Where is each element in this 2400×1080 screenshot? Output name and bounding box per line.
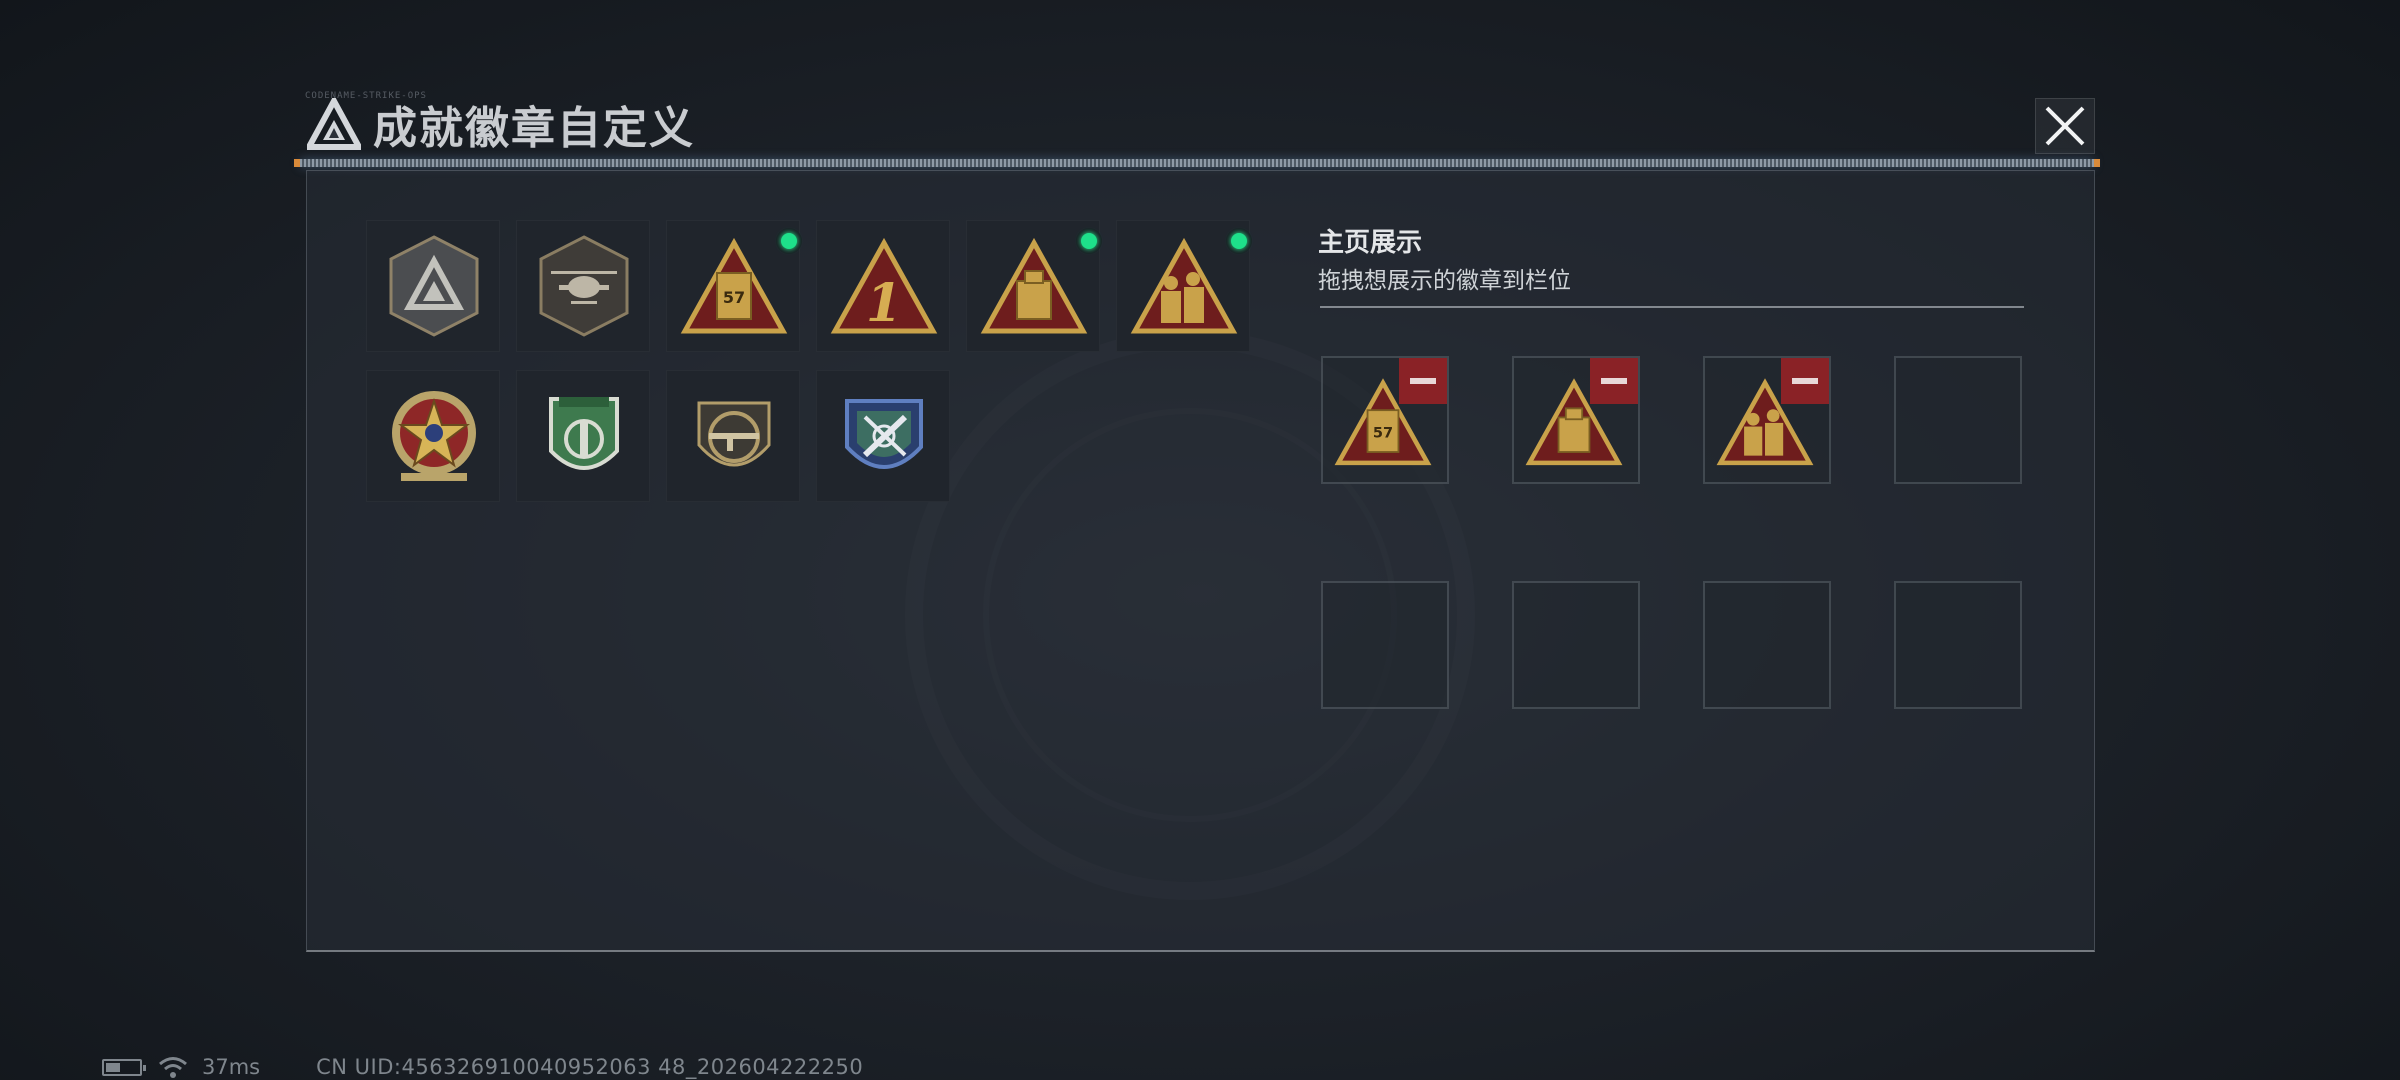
showcase-slot[interactable]: 57 [1321,356,1449,484]
gold-triangle-number-1-badge: 1 [830,237,938,334]
showcase-slot-empty[interactable] [1894,356,2022,484]
showcase-divider [1320,306,2024,308]
badge-cell[interactable] [816,370,950,502]
battery-level [106,1062,121,1072]
remove-badge-button[interactable] [1781,358,1829,404]
showcase-slot-empty[interactable] [1512,581,1640,709]
star-medal-badge [392,391,476,481]
minus-icon [1601,378,1627,384]
equipped-indicator [1076,228,1102,254]
user-uid: CN UID:456326910040952063 48_20260422225… [316,1055,864,1079]
equipped-indicator [1226,228,1252,254]
battery-icon [102,1058,146,1076]
gold-triangle-soldiers-badge [1130,237,1238,334]
equipped-indicator [776,228,802,254]
grey-triangle-shield-badge [389,235,479,337]
gold-triangle-57-badge: 57 [680,237,788,334]
blue-crossed-arrows-badge [845,399,923,469]
minus-icon [1792,378,1818,384]
badge-cell[interactable] [666,370,800,502]
badge-cell[interactable] [366,220,500,352]
showcase-slot[interactable] [1512,356,1640,484]
showcase-slot-empty[interactable] [1894,581,2022,709]
showcase-subtitle: 拖拽想展示的徽章到栏位 [1318,268,1571,294]
status-bar: 37ms CN UID:456326910040952063 48_202604… [102,1054,863,1080]
badge-cell[interactable] [516,220,650,352]
green-wings-shield-badge [549,397,619,470]
badge-cell[interactable]: 1 [816,220,950,352]
remove-badge-button[interactable] [1590,358,1638,404]
header-divider [294,159,2100,167]
showcase-slot-empty[interactable] [1321,581,1449,709]
wifi-icon [159,1057,187,1078]
page-title: 成就徽章自定义 [373,103,695,154]
badge-cell[interactable] [1116,220,1252,352]
badge-1-label: 1 [866,273,902,334]
close-button[interactable] [2035,98,2095,154]
badge-57-label: 57 [723,288,745,307]
minus-icon [1410,378,1436,384]
remove-badge-button[interactable] [1399,358,1447,404]
close-icon [2045,106,2085,146]
showcase-slot-empty[interactable] [1703,581,1831,709]
badge-cell[interactable]: 57 [666,220,802,352]
triangle-logo-icon [307,98,361,150]
rifle-circle-badge [697,401,771,467]
badge-57-label: 57 [1373,425,1393,441]
showcase-title: 主页展示 [1318,228,1423,258]
showcase-slot[interactable] [1703,356,1831,484]
helicopter-shield-badge [539,235,629,337]
window-title-bar: 成就徽章自定义 [307,96,695,154]
gold-triangle-box-badge [980,237,1088,334]
ping-value: 37ms [202,1055,261,1079]
badge-cell[interactable] [966,220,1102,352]
badge-cell[interactable] [516,370,650,502]
badge-cell[interactable] [366,370,500,502]
